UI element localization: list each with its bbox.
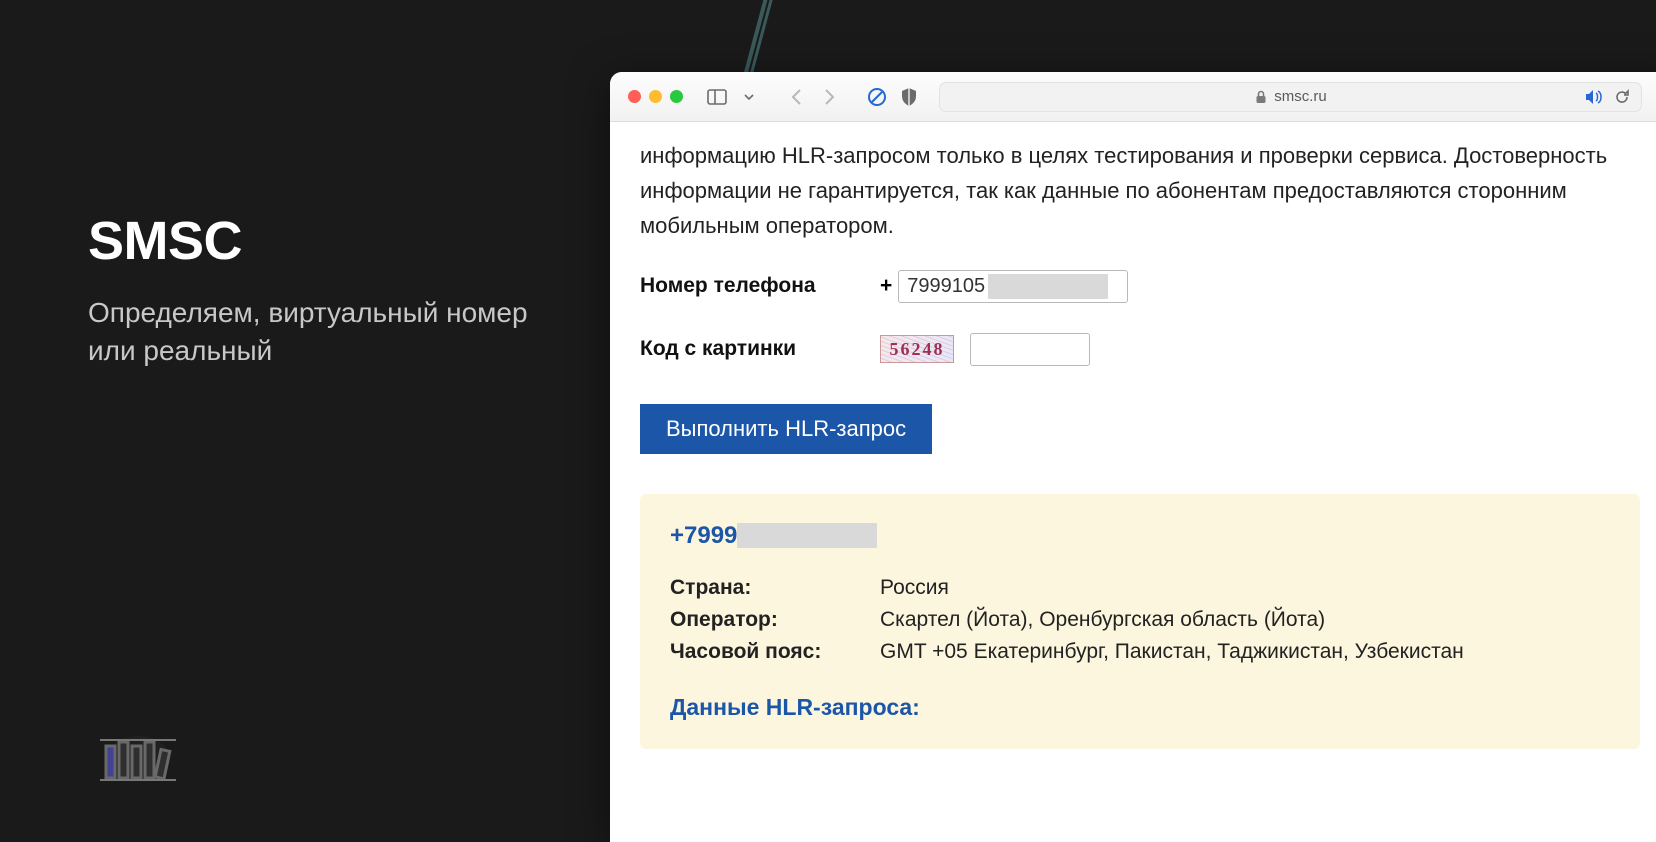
page-title: SMSC	[88, 210, 558, 272]
reload-icon[interactable]	[1613, 88, 1631, 106]
left-panel: SMSC Определяем, виртуальный номер или р…	[88, 210, 558, 370]
result-phone: +7999	[670, 522, 1610, 550]
captcha-row: Код с картинки 56248	[640, 333, 1640, 366]
address-text: smsc.ru	[1274, 88, 1327, 105]
redaction-block	[988, 274, 1108, 299]
shield-icon[interactable]	[897, 85, 921, 109]
maximize-window-button[interactable]	[670, 90, 683, 103]
block-icon[interactable]	[865, 85, 889, 109]
phone-row: Номер телефона +	[640, 270, 1640, 303]
sidebar-toggle-icon[interactable]	[705, 85, 729, 109]
result-section-title: Данные HLR-запроса:	[670, 694, 1610, 721]
result-key: Оператор:	[670, 608, 880, 632]
chevron-down-icon[interactable]	[737, 85, 761, 109]
close-window-button[interactable]	[628, 90, 641, 103]
captcha-image: 56248	[880, 335, 954, 363]
minimize-window-button[interactable]	[649, 90, 662, 103]
phone-plus: +	[880, 274, 892, 298]
logo-icon	[88, 728, 188, 788]
result-value: Скартел (Йота), Оренбургская область (Йо…	[880, 608, 1610, 632]
window-controls	[628, 90, 683, 103]
forward-button[interactable]	[817, 85, 841, 109]
browser-window: smsc.ru информацию HLR-запросом только в…	[610, 72, 1656, 842]
captcha-input[interactable]	[970, 333, 1090, 366]
result-value: GMT +05 Екатеринбург, Пакистан, Таджикис…	[880, 640, 1610, 664]
sound-icon[interactable]	[1585, 88, 1603, 106]
result-panel: +7999 Страна: Россия Оператор: Скартел (…	[640, 494, 1640, 749]
phone-label: Номер телефона	[640, 274, 880, 298]
result-phone-prefix: +7999	[670, 522, 737, 550]
captcha-label: Код с картинки	[640, 337, 880, 361]
result-key: Страна:	[670, 576, 880, 600]
page-subtitle: Определяем, виртуальный номер или реальн…	[88, 294, 558, 370]
page-content: информацию HLR-запросом только в целях т…	[610, 122, 1656, 779]
redaction-block	[737, 523, 877, 548]
intro-text: информацию HLR-запросом только в целях т…	[640, 138, 1640, 244]
submit-button[interactable]: Выполнить HLR-запрос	[640, 404, 932, 454]
result-table: Страна: Россия Оператор: Скартел (Йота),…	[670, 576, 1610, 664]
browser-chrome: smsc.ru	[610, 72, 1656, 122]
lock-icon	[1254, 90, 1268, 104]
result-value: Россия	[880, 576, 1610, 600]
address-bar[interactable]: smsc.ru	[939, 82, 1642, 112]
result-key: Часовой пояс:	[670, 640, 880, 664]
back-button[interactable]	[785, 85, 809, 109]
